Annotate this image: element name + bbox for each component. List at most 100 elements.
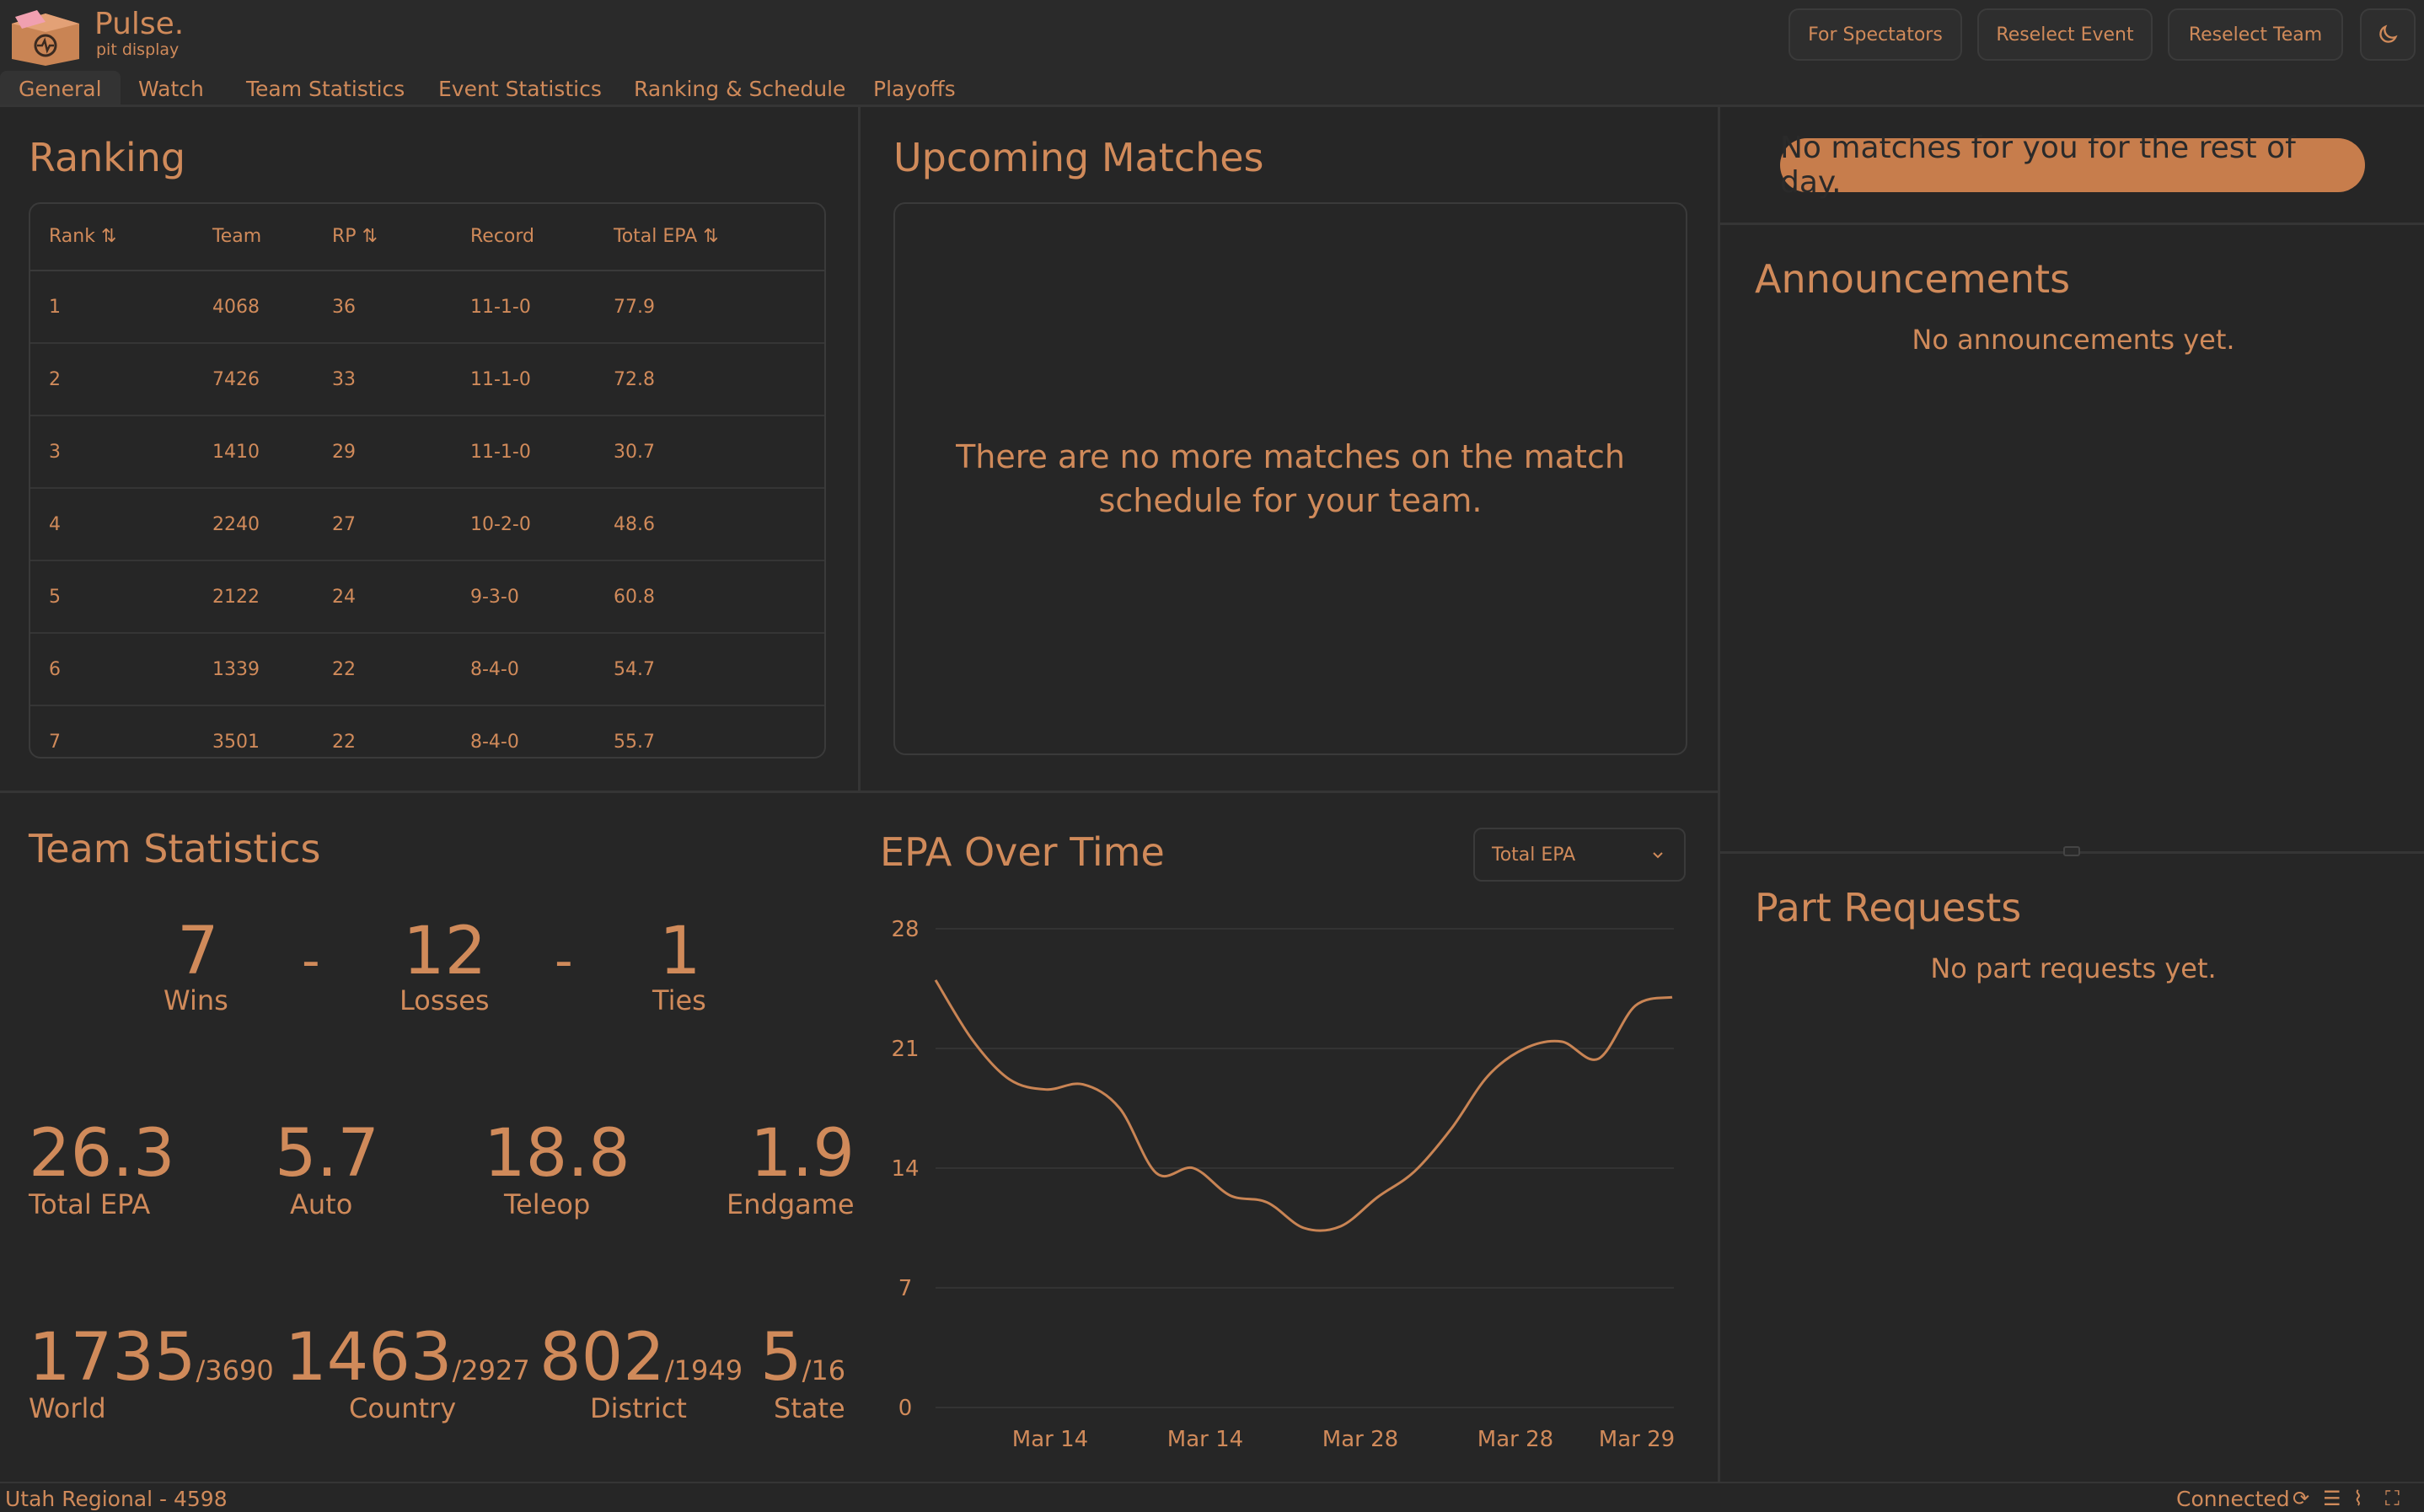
column-header-rank[interactable]: Rank ⇅ [49, 226, 116, 247]
divider [0, 105, 2424, 107]
epa-cell: 48.6 [614, 514, 655, 535]
rank-cell: 1 [49, 297, 61, 318]
divider [1718, 106, 1720, 1482]
table-row: 7 3501 22 8-4-0 55.7 [30, 706, 824, 757]
announcements-title: Announcements [1755, 256, 2071, 302]
country-label: Country [349, 1392, 457, 1424]
connection-status: Connected [2176, 1487, 2290, 1511]
upcoming-title: Upcoming Matches [893, 135, 1264, 180]
tab-bar: General Watch Team Statistics Event Stat… [0, 71, 2424, 106]
rp-cell: 22 [332, 732, 356, 753]
ranking-table: Rank ⇅ Team RP ⇅ Record Total EPA ⇅ 1 406… [29, 202, 826, 759]
reselect-team-button[interactable]: Reselect Team [2168, 8, 2343, 61]
separator: - [302, 931, 320, 990]
record-cell: 8-4-0 [470, 732, 519, 753]
table-row: 1 4068 36 11-1-0 77.9 [30, 271, 824, 344]
app-header: Pulse. pit display For Spectators Resele… [0, 0, 2424, 71]
losses-label: Losses [400, 984, 490, 1016]
status-bar: Utah Regional - 4598 Connected ⟳ ☰ ⌇ ⛶ [0, 1482, 2424, 1512]
rp-cell: 36 [332, 297, 356, 318]
tab-team-statistics[interactable]: Team Statistics [228, 71, 423, 106]
tab-event-statistics[interactable]: Event Statistics [420, 71, 620, 106]
table-row: 5 2122 24 9-3-0 60.8 [30, 561, 824, 634]
auto-value: 5.7 [275, 1116, 380, 1192]
ties-value: 1 [659, 914, 701, 989]
x-tick-label: Mar 14 [1012, 1427, 1088, 1452]
table-row: 2 7426 33 11-1-0 72.8 [30, 344, 824, 416]
epa-cell: 72.8 [614, 369, 655, 390]
record-cell: 9-3-0 [470, 587, 519, 608]
table-row: 6 1339 22 8-4-0 54.7 [30, 634, 824, 706]
epa-line-chart: 28 21 14 7 0 Mar 14 Mar 14 Mar 28 Mar 28 Mar 29 [891, 917, 1675, 1452]
epa-cell: 55.7 [614, 732, 655, 753]
rp-cell: 22 [332, 659, 356, 680]
fullscreen-icon[interactable]: ⛶ [2385, 1487, 2400, 1510]
wins-label: Wins [164, 984, 228, 1016]
moon-icon [2379, 24, 2398, 43]
column-header-record: Record [470, 226, 535, 247]
team-cell: 7426 [212, 369, 260, 390]
event-label: Utah Regional - 4598 [5, 1487, 228, 1511]
upcoming-empty-message: There are no more matches on the match s… [956, 438, 1625, 519]
team-statistics-title: Team Statistics [29, 826, 321, 871]
table-row: 3 1410 29 11-1-0 30.7 [30, 416, 824, 489]
teleop-label: Teleop [504, 1188, 591, 1220]
rank-cell: 7 [49, 732, 61, 753]
rank-cell: 5 [49, 587, 61, 608]
broom-icon[interactable]: ⌇ [2353, 1487, 2363, 1510]
world-rank: 1735/3690 [29, 1320, 274, 1396]
epa-cell: 60.8 [614, 587, 655, 608]
wins-value: 7 [177, 914, 219, 989]
separator: - [555, 931, 573, 990]
tab-playoffs[interactable]: Playoffs [855, 71, 974, 106]
ties-label: Ties [652, 984, 706, 1016]
team-cell: 1339 [212, 659, 260, 680]
theme-toggle-button[interactable] [2360, 8, 2416, 61]
refresh-icon[interactable]: ⟳ [2293, 1487, 2309, 1510]
brand-subtitle: pit display [96, 40, 180, 59]
country-rank: 1463/2927 [285, 1320, 530, 1396]
record-cell: 8-4-0 [470, 659, 519, 680]
announcements-empty: No announcements yet. [1912, 324, 2235, 356]
sort-icon: ⇅ [703, 226, 719, 247]
upcoming-matches-box: There are no more matches on the match s… [893, 202, 1687, 755]
divider [0, 791, 1719, 793]
column-header-rp[interactable]: RP ⇅ [332, 226, 378, 247]
endgame-label: Endgame [727, 1188, 855, 1220]
tab-ranking-schedule[interactable]: Ranking & Schedule [615, 71, 864, 106]
y-tick-label: 7 [898, 1276, 913, 1301]
tab-watch[interactable]: Watch [120, 71, 223, 106]
epa-cell: 54.7 [614, 659, 655, 680]
divider [1719, 223, 2424, 225]
x-tick-label: Mar 28 [1322, 1427, 1398, 1452]
status-pill: No matches for you for the rest of day. [1780, 131, 2365, 200]
total-epa-label: Total EPA [29, 1188, 151, 1220]
district-label: District [590, 1392, 687, 1424]
epa-cell: 77.9 [614, 297, 655, 318]
losses-value: 12 [403, 914, 487, 989]
chevron-down-icon [1653, 852, 1663, 859]
record-cell: 11-1-0 [470, 442, 531, 463]
epa-chart-title: EPA Over Time [880, 829, 1165, 875]
sort-icon: ⇅ [100, 226, 117, 247]
x-tick-label: Mar 28 [1477, 1427, 1553, 1452]
sort-icon: ⇅ [362, 226, 378, 247]
list-icon[interactable]: ☰ [2323, 1487, 2341, 1510]
rank-cell: 4 [49, 514, 61, 535]
column-header-total-epa[interactable]: Total EPA ⇅ [614, 226, 719, 247]
rank-cell: 2 [49, 369, 61, 390]
record-cell: 10-2-0 [470, 514, 531, 535]
part-requests-empty: No part requests yet. [1930, 952, 2217, 984]
tab-general[interactable]: General [0, 71, 121, 106]
endgame-value: 1.9 [750, 1116, 855, 1192]
reselect-event-button[interactable]: Reselect Event [1977, 8, 2153, 61]
epa-type-select[interactable]: Total EPA [1473, 828, 1686, 882]
team-cell: 1410 [212, 442, 260, 463]
y-tick-label: 21 [891, 1037, 919, 1062]
resize-handle[interactable] [2063, 846, 2080, 856]
for-spectators-button[interactable]: For Spectators [1789, 8, 1962, 61]
team-cell: 3501 [212, 732, 260, 753]
y-tick-label: 0 [898, 1396, 913, 1421]
logo-icon [12, 10, 79, 66]
select-value: Total EPA [1492, 844, 1576, 866]
